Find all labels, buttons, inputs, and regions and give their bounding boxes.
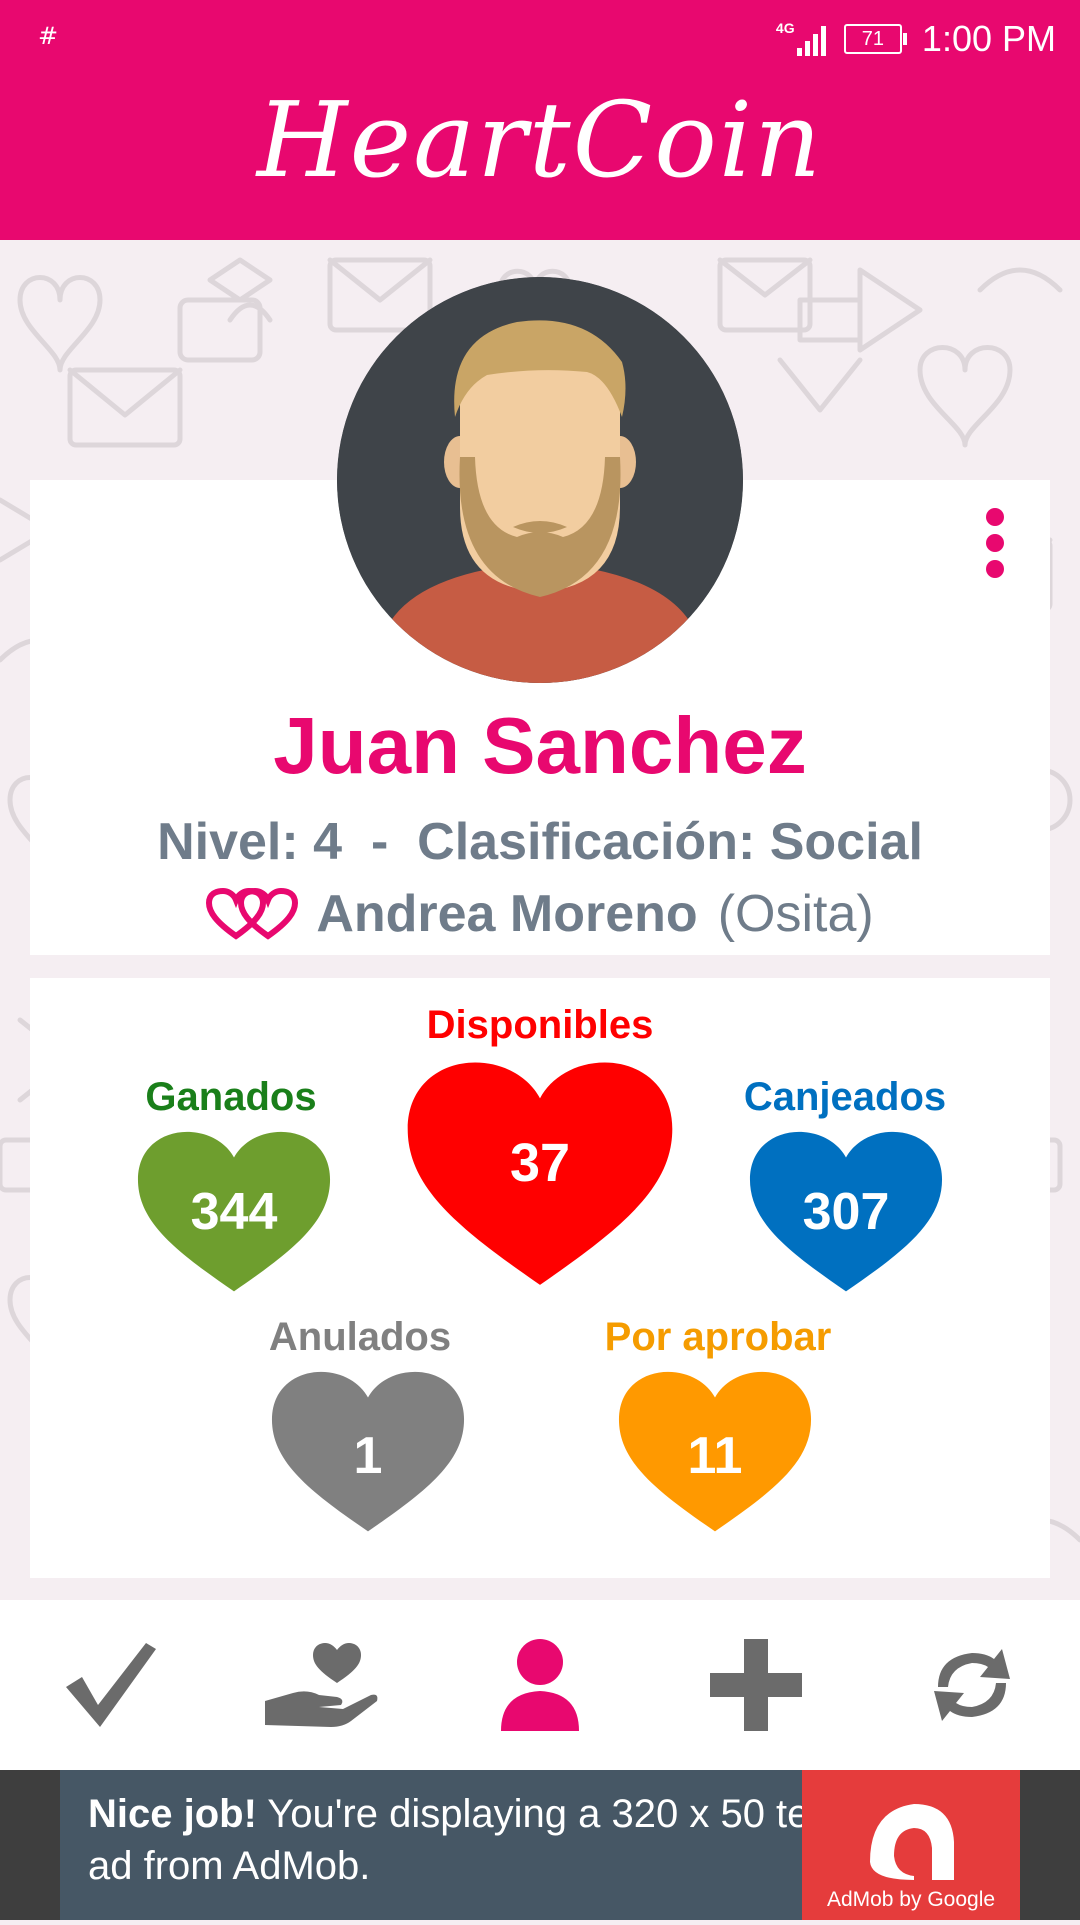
partner-name: Andrea Moreno: [316, 885, 698, 943]
more-vertical-icon[interactable]: [983, 508, 1007, 582]
canjeados-value: 307: [802, 1183, 890, 1241]
ad-text: Nice job! You're displaying a 320 x 50 t…: [88, 1788, 848, 1892]
por-aprobar-heart[interactable]: 11: [617, 1370, 813, 1535]
plus-icon: [710, 1639, 802, 1731]
app-header: # 4G 71 1:00 PM HeartCoin: [0, 0, 1080, 240]
status-notification-glyph: #: [38, 22, 59, 50]
por-aprobar-label: Por aprobar: [604, 1315, 832, 1359]
status-bar: 4G 71 1:00 PM: [776, 14, 1056, 64]
ad-content[interactable]: Nice job! You're displaying a 320 x 50 t…: [60, 1770, 1020, 1920]
checkmark-icon: [66, 1643, 156, 1727]
battery-icon: 71: [843, 24, 907, 54]
avatar: [337, 277, 743, 683]
canjeados-label: Canjeados: [743, 1075, 947, 1119]
nav-approve[interactable]: [48, 1620, 168, 1750]
bottom-nav: [0, 1600, 1080, 1770]
admob-logo: AdMob by Google: [802, 1770, 1020, 1920]
ad-banner[interactable]: Nice job! You're displaying a 320 x 50 t…: [0, 1770, 1080, 1920]
network-type: 4G: [775, 20, 795, 36]
profile-name: Juan Sanchez: [273, 701, 807, 790]
nav-refresh[interactable]: [912, 1620, 1032, 1750]
ad-brand: AdMob by Google: [826, 1888, 996, 1911]
nav-add[interactable]: [696, 1620, 816, 1750]
disponibles-label: Disponibles: [426, 1003, 654, 1047]
anulados-heart[interactable]: 1: [270, 1370, 466, 1535]
por-aprobar-value: 11: [687, 1427, 743, 1485]
profile-level-line: Nivel: 4 - Clasificación: Social: [157, 813, 923, 871]
nav-profile[interactable]: [480, 1620, 600, 1750]
ganados-label: Ganados: [145, 1075, 317, 1119]
linked-hearts-icon: [206, 888, 299, 940]
person-icon: [501, 1639, 579, 1731]
ganados-heart[interactable]: 344: [136, 1130, 332, 1295]
bearded-man-avatar-icon: [337, 277, 743, 683]
disponibles-heart[interactable]: 37: [405, 1060, 675, 1290]
app-logo: HeartCoin: [256, 79, 824, 201]
anulados-label: Anulados: [268, 1315, 452, 1359]
hand-heart-icon: [265, 1643, 378, 1727]
partner-row: Andrea Moreno (Osita): [0, 884, 1080, 944]
ad-headline: Nice job!: [88, 1792, 257, 1836]
canjeados-heart[interactable]: 307: [748, 1130, 944, 1295]
nav-give-heart[interactable]: [262, 1620, 382, 1750]
ganados-value: 344: [190, 1183, 278, 1241]
status-time: 1:00 PM: [921, 18, 1056, 59]
disponibles-value: 37: [509, 1133, 571, 1193]
partner-nickname: (Osita): [717, 885, 874, 943]
signal-icon: 4G: [775, 20, 826, 56]
anulados-value: 1: [353, 1427, 383, 1485]
refresh-icon: [934, 1649, 1010, 1721]
